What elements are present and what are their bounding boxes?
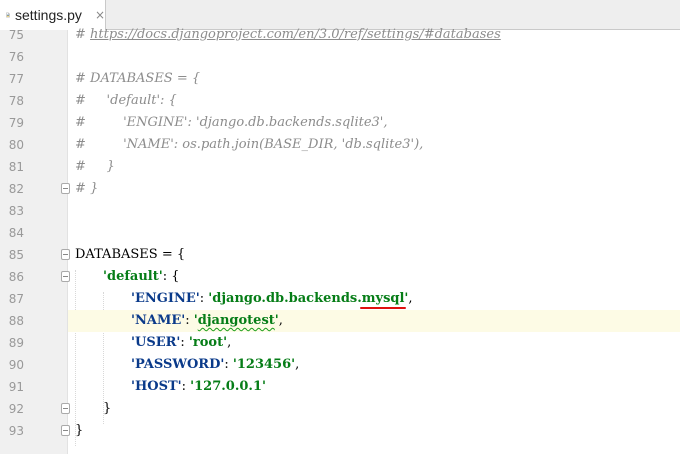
code-text: } [75, 423, 84, 438]
line-number: 91 [8, 380, 24, 394]
code-text: : [199, 291, 209, 306]
code-text: : [181, 379, 191, 394]
line-number: 78 [8, 94, 24, 108]
line-number: 77 [8, 72, 24, 86]
line-number: 89 [8, 336, 24, 350]
code-line: 83 [0, 200, 680, 222]
mysql-engine-word: mysql [361, 291, 405, 306]
code-text: , [408, 291, 413, 306]
close-icon[interactable]: × [95, 8, 105, 22]
python-file-icon [6, 12, 10, 18]
dict-key: 'PASSWORD' [131, 357, 225, 372]
comment-text: # } [75, 159, 115, 174]
fold-marker-icon[interactable] [61, 425, 70, 436]
code-line: 82 # } [0, 178, 680, 200]
code-line: 87 'ENGINE': 'django.db.backends.mysql', [0, 288, 680, 310]
dict-key: 'USER' [131, 335, 181, 350]
dict-key: 'ENGINE' [131, 291, 200, 306]
string-value: 'django.db.backends. [208, 291, 362, 306]
line-number: 87 [8, 292, 24, 306]
comment-text: # 'ENGINE': 'django.db.backends.sqlite3'… [75, 115, 388, 130]
comment-text: # 'default': { [75, 93, 177, 108]
code-line: 91 'HOST': '127.0.0.1' [0, 376, 680, 398]
code-text: : [185, 313, 194, 328]
line-number: 81 [8, 160, 24, 174]
tab-label: settings.py [15, 7, 82, 23]
code-line: 93 } [0, 420, 680, 442]
code-text: , [278, 313, 283, 328]
line-number: 90 [8, 358, 24, 372]
code-text: : [180, 335, 189, 350]
code-line: 86 'default': { [0, 266, 680, 288]
code-text: DATABASES = { [75, 247, 186, 262]
fold-marker-icon[interactable] [61, 271, 70, 282]
comment-text: # DATABASES = { [75, 71, 201, 86]
code-text: : [224, 357, 233, 372]
line-number: 76 [8, 50, 24, 64]
string-value: 'root' [188, 335, 228, 350]
code-line: 76 [0, 46, 680, 68]
dict-key: 'HOST' [131, 379, 182, 394]
line-number: 75 [8, 28, 24, 42]
code-line: 81 # } [0, 156, 680, 178]
code-editor[interactable]: 75 # https://docs.djangoproject.com/en/3… [0, 27, 680, 454]
comment-text: # 'NAME': os.path.join(BASE_DIR, 'db.sql… [75, 137, 424, 152]
line-number: 93 [8, 424, 24, 438]
docs-link[interactable]: https://docs.djangoproject.com/en/3.0/re… [90, 27, 501, 42]
line-number: 83 [8, 204, 24, 218]
code-line-current: 88 'NAME': 'djangotest', [0, 310, 680, 332]
line-number: 88 [8, 314, 24, 328]
code-line: 92 } [0, 398, 680, 420]
line-number: 92 [8, 402, 24, 416]
line-number: 82 [8, 182, 24, 196]
code-line: 89 'USER': 'root', [0, 332, 680, 354]
code-line: 75 # https://docs.djangoproject.com/en/3… [0, 24, 680, 46]
comment-text: # } [75, 181, 99, 196]
code-text: : { [162, 269, 180, 284]
fold-marker-icon[interactable] [61, 403, 70, 414]
code-text: , [295, 357, 300, 372]
line-number: 79 [8, 116, 24, 130]
dict-key: 'NAME' [131, 313, 186, 328]
comment-text: # [75, 27, 91, 42]
line-number: 80 [8, 138, 24, 152]
string-value: '123456' [232, 357, 296, 372]
string-value: '127.0.0.1' [190, 379, 266, 394]
code-line: 90 'PASSWORD': '123456', [0, 354, 680, 376]
line-number: 85 [8, 248, 24, 262]
code-line: 80 # 'NAME': os.path.join(BASE_DIR, 'db.… [0, 134, 680, 156]
fold-marker-icon[interactable] [61, 249, 70, 260]
code-line: 85 DATABASES = { [0, 244, 680, 266]
dict-key: 'default' [103, 269, 163, 284]
spellcheck-word: djangotest [197, 313, 275, 328]
code-line: 79 # 'ENGINE': 'django.db.backends.sqlit… [0, 112, 680, 134]
code-text: , [227, 335, 232, 350]
annotation-underline [359, 307, 407, 309]
code-text: } [103, 401, 112, 416]
line-number: 84 [8, 226, 24, 240]
code-line: 78 # 'default': { [0, 90, 680, 112]
code-line: 84 [0, 222, 680, 244]
line-number: 86 [8, 270, 24, 284]
code-line: 77 # DATABASES = { [0, 68, 680, 90]
fold-marker-icon[interactable] [61, 183, 70, 194]
